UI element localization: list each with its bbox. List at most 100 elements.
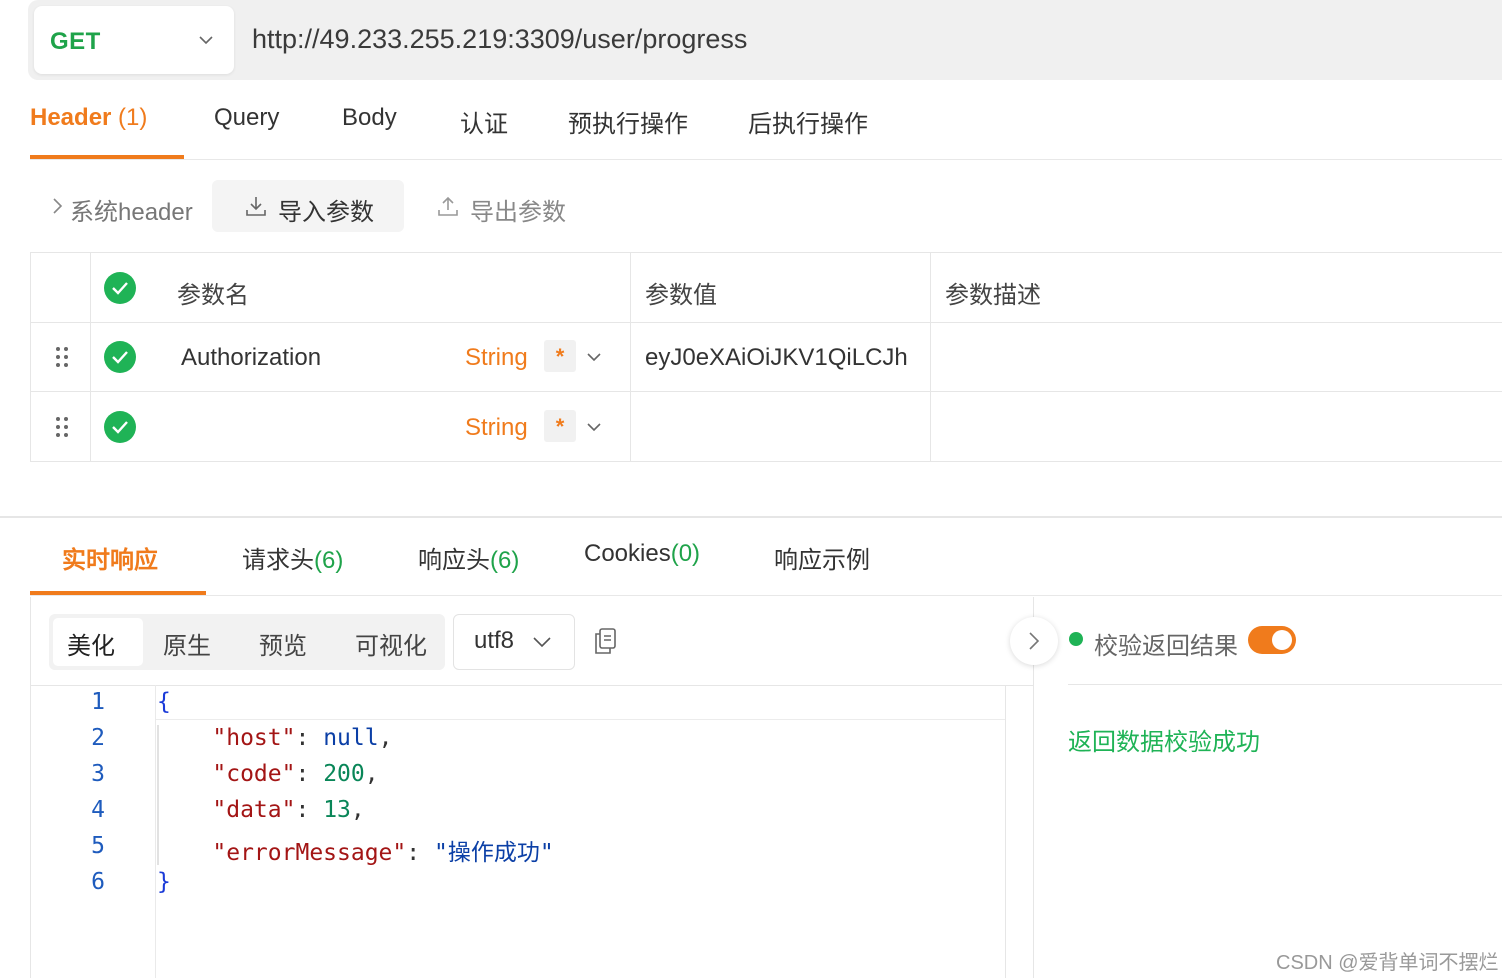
active-tab-indicator bbox=[30, 591, 206, 595]
tab-response-examples[interactable]: 响应示例 bbox=[774, 540, 870, 575]
tab-pre-script[interactable]: 预执行操作 bbox=[568, 104, 688, 139]
chevron-down-icon bbox=[199, 36, 213, 45]
verify-response-toggle[interactable] bbox=[1248, 626, 1296, 654]
method-select[interactable]: GET bbox=[34, 6, 234, 74]
json-brace: { bbox=[157, 689, 171, 715]
json-value: "操作成功" bbox=[433, 840, 554, 866]
params-table: 参数名 参数值 参数描述 Authorization String * eyJ0… bbox=[30, 252, 1502, 462]
tab-response-headers[interactable]: 响应头(6) bbox=[418, 540, 519, 575]
chevron-down-icon[interactable] bbox=[585, 348, 603, 366]
line-number: 5 bbox=[91, 833, 105, 859]
section-divider bbox=[0, 516, 1502, 518]
chevron-right-icon[interactable] bbox=[50, 195, 64, 217]
encoding-value: utf8 bbox=[474, 627, 515, 654]
tab-cookies[interactable]: Cookies(0) bbox=[584, 540, 700, 568]
param-value-field[interactable]: eyJ0eXAiOiJKV1QiLCJh bbox=[645, 344, 908, 372]
json-brace: } bbox=[157, 869, 171, 895]
select-all-checkbox[interactable] bbox=[104, 272, 136, 304]
row-checkbox[interactable] bbox=[104, 411, 136, 443]
code-line: "data": 13, bbox=[212, 797, 365, 823]
required-toggle[interactable]: * bbox=[544, 340, 576, 372]
tab-header-count: (1) bbox=[118, 104, 148, 131]
row-checkbox[interactable] bbox=[104, 341, 136, 373]
method-label: GET bbox=[50, 28, 101, 55]
view-mode-preview[interactable]: 预览 bbox=[259, 626, 307, 661]
collapse-panel-button[interactable] bbox=[1010, 617, 1058, 665]
table-row: String * bbox=[31, 392, 1502, 462]
upload-icon bbox=[438, 196, 458, 216]
system-header-toggle[interactable]: 系统header bbox=[70, 192, 193, 227]
tab-request-headers-count: (6) bbox=[314, 547, 344, 574]
encoding-select[interactable]: utf8 bbox=[453, 614, 575, 670]
line-number: 1 bbox=[91, 689, 105, 715]
header-toolbar: 系统header 导入参数 导出参数 bbox=[30, 178, 730, 234]
request-tabs: Header (1) Query Body 认证 预执行操作 后执行操作 bbox=[30, 100, 1502, 160]
chevron-right-icon bbox=[1029, 632, 1040, 650]
table-row: Authorization String * eyJ0eXAiOiJKV1QiL… bbox=[31, 322, 1502, 392]
check-icon bbox=[112, 282, 128, 295]
tab-auth[interactable]: 认证 bbox=[460, 104, 508, 139]
tab-query[interactable]: Query bbox=[214, 104, 279, 132]
json-key: "host" bbox=[212, 725, 296, 751]
verify-result-text: 返回数据校验成功 bbox=[1068, 729, 1260, 756]
view-mode-pretty[interactable]: 美化 bbox=[67, 626, 115, 661]
view-mode-visualize[interactable]: 可视化 bbox=[355, 626, 427, 661]
tab-header-label: Header bbox=[30, 104, 112, 131]
tab-live-response[interactable]: 实时响应 bbox=[62, 540, 158, 575]
column-header-description: 参数描述 bbox=[945, 282, 1041, 309]
json-value: 200 bbox=[323, 761, 365, 787]
drag-handle-icon[interactable] bbox=[55, 346, 69, 368]
tab-body[interactable]: Body bbox=[342, 104, 397, 132]
tab-request-headers[interactable]: 请求头(6) bbox=[242, 540, 343, 575]
code-line: "host": null, bbox=[212, 725, 393, 751]
code-line: "errorMessage": "操作成功" bbox=[212, 840, 554, 866]
code-line: { bbox=[157, 689, 171, 715]
json-key: "code" bbox=[212, 761, 296, 787]
url-input[interactable]: http://49.233.255.219:3309/user/progress bbox=[252, 24, 747, 55]
code-line: "code": 200, bbox=[212, 761, 379, 787]
chevron-down-icon bbox=[533, 637, 551, 648]
current-line-highlight bbox=[156, 686, 1005, 720]
tab-post-script[interactable]: 后执行操作 bbox=[748, 104, 868, 139]
panel-divider bbox=[1068, 684, 1502, 685]
view-mode-switch: 美化 原生 预览 可视化 bbox=[49, 614, 445, 670]
json-value: 13 bbox=[323, 797, 351, 823]
import-params-button[interactable]: 导入参数 bbox=[212, 180, 404, 232]
tab-response-headers-label: 响应头 bbox=[418, 547, 490, 574]
param-name-field[interactable]: Authorization bbox=[181, 344, 321, 372]
param-type-select[interactable]: String bbox=[465, 414, 528, 442]
check-icon bbox=[112, 421, 128, 434]
line-number: 2 bbox=[91, 725, 105, 751]
check-icon bbox=[112, 351, 128, 364]
copy-icon[interactable] bbox=[593, 627, 617, 655]
required-toggle[interactable]: * bbox=[544, 410, 576, 442]
export-params-button[interactable]: 导出参数 bbox=[430, 180, 610, 232]
tab-cookies-count: (0) bbox=[670, 540, 701, 567]
drag-handle-icon[interactable] bbox=[55, 416, 69, 438]
code-line: } bbox=[157, 869, 171, 895]
download-icon bbox=[246, 197, 266, 216]
chevron-down-icon[interactable] bbox=[585, 418, 603, 436]
response-body-panel: 美化 原生 预览 可视化 utf8 1 2 3 4 5 6 { "host": … bbox=[30, 597, 1034, 978]
line-number: 4 bbox=[91, 797, 105, 823]
json-key: "data" bbox=[212, 797, 296, 823]
export-params-label: 导出参数 bbox=[470, 199, 566, 226]
column-header-name: 参数名 bbox=[177, 282, 249, 309]
json-value: null bbox=[323, 725, 379, 751]
param-type-select[interactable]: String bbox=[465, 344, 528, 372]
column-header-value: 参数值 bbox=[645, 282, 717, 309]
view-mode-raw[interactable]: 原生 bbox=[163, 626, 211, 661]
watermark: CSDN @爱背单词不摆烂 bbox=[1276, 952, 1499, 974]
url-bar: GET http://49.233.255.219:3309/user/prog… bbox=[28, 0, 1502, 80]
import-params-label: 导入参数 bbox=[278, 199, 374, 226]
tab-response-headers-count: (6) bbox=[490, 547, 520, 574]
editor-right-border bbox=[1005, 685, 1006, 978]
verify-response-label: 校验返回结果 bbox=[1094, 633, 1238, 660]
line-number: 3 bbox=[91, 761, 105, 787]
active-tab-indicator bbox=[30, 155, 184, 159]
response-tabs: 实时响应 请求头(6) 响应头(6) Cookies(0) 响应示例 bbox=[30, 536, 1502, 596]
status-dot bbox=[1069, 632, 1083, 646]
gutter-border bbox=[155, 685, 156, 978]
tab-header[interactable]: Header (1) bbox=[30, 104, 147, 132]
line-number: 6 bbox=[91, 869, 105, 895]
